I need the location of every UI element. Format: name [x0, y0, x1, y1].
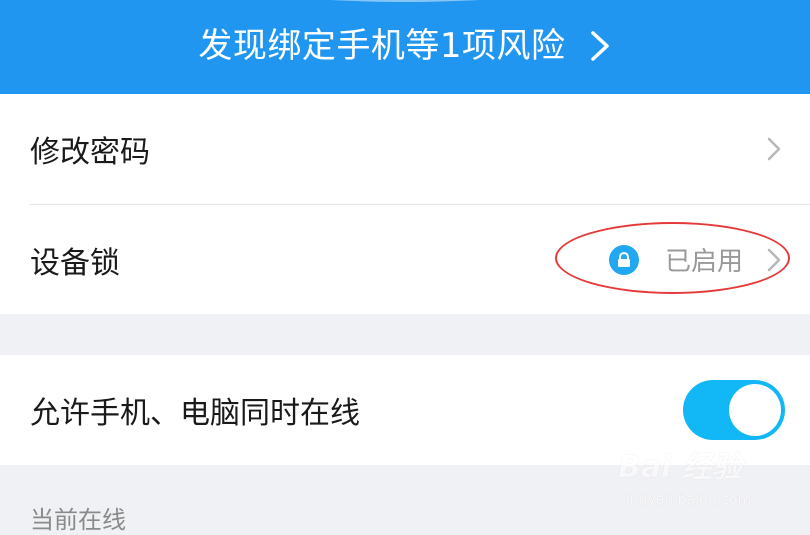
- chevron-right-icon: [766, 135, 782, 163]
- toggle-knob: [729, 384, 781, 436]
- risk-banner[interactable]: 发现绑定手机等1项风险: [0, 0, 810, 94]
- allow-both-online-toggle[interactable]: [683, 380, 785, 440]
- change-password-row[interactable]: 修改密码: [0, 94, 810, 204]
- device-lock-label: 设备锁: [30, 245, 120, 281]
- change-password-label: 修改密码: [30, 135, 150, 170]
- allow-both-online-row: 允许手机、电脑同时在线: [0, 355, 810, 465]
- banner-decorative-arc: [195, 0, 615, 2]
- watermark-url: jingyan.baidu.com: [622, 492, 752, 508]
- chevron-right-icon: [588, 29, 612, 63]
- risk-banner-text: 发现绑定手机等1项风险: [198, 26, 566, 66]
- allow-both-online-label: 允许手机、电脑同时在线: [30, 396, 360, 431]
- current-online-header: 当前在线: [30, 506, 126, 534]
- lock-icon: [609, 244, 639, 275]
- chevron-right-icon: [766, 246, 782, 274]
- device-lock-row[interactable]: 设备锁 已启用: [0, 205, 810, 314]
- security-card: 修改密码 设备锁 已启用: [0, 94, 810, 314]
- device-lock-status-text: 已启用: [665, 247, 744, 277]
- device-lock-status: 已启用: [609, 241, 743, 278]
- risk-banner-link[interactable]: 发现绑定手机等1项风险: [0, 22, 810, 70]
- online-settings-card: 允许手机、电脑同时在线: [0, 355, 810, 465]
